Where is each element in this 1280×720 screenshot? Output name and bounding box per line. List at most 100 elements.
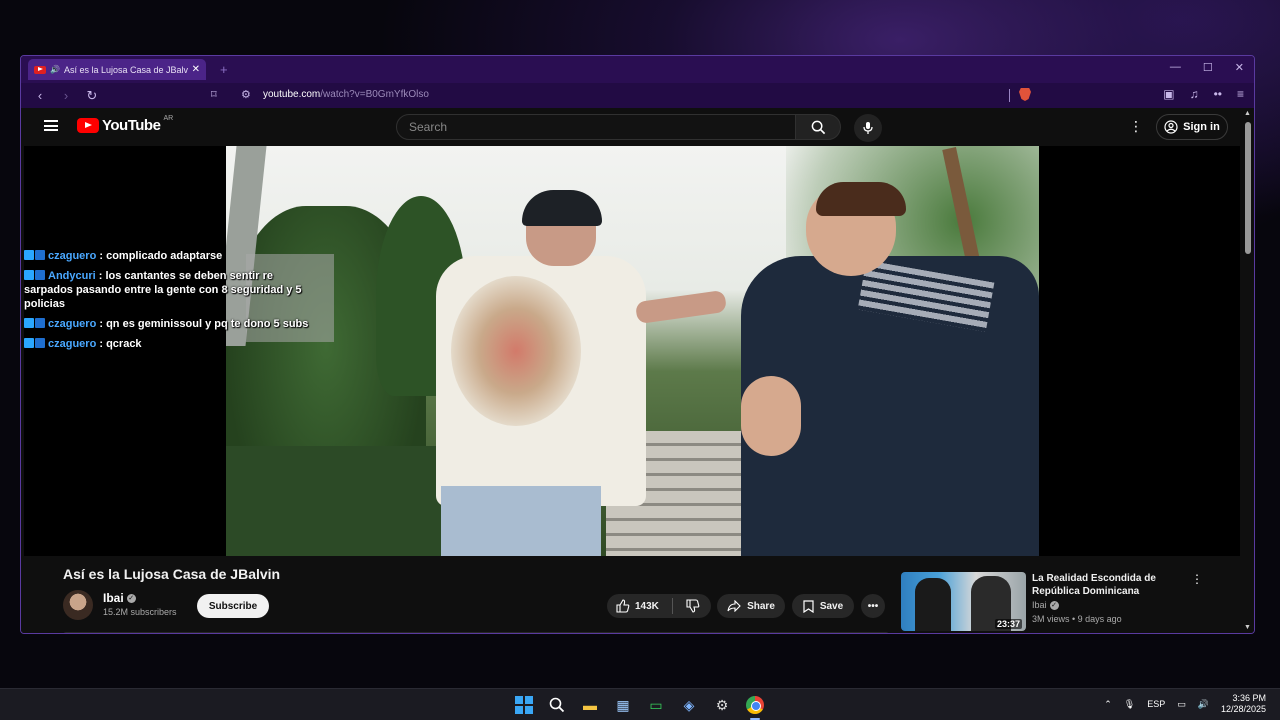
sub-badge-icon bbox=[35, 338, 45, 348]
chat-message: czaguero : complicado adaptarse bbox=[21, 246, 341, 266]
recommendation-menu-icon[interactable]: ⋮ bbox=[1191, 572, 1203, 586]
logo-text: YouTube bbox=[102, 117, 161, 134]
scroll-down-icon[interactable]: ▼ bbox=[1244, 624, 1251, 631]
start-button[interactable] bbox=[514, 695, 534, 715]
volume-icon[interactable]: 🔊 bbox=[1198, 699, 1209, 710]
settings-kebab-icon[interactable]: ⋮ bbox=[1129, 118, 1143, 135]
prime-badge-icon bbox=[24, 318, 34, 328]
prime-badge-icon bbox=[24, 338, 34, 348]
share-button[interactable]: Share bbox=[717, 594, 785, 618]
search-button[interactable] bbox=[795, 114, 841, 140]
person-left-jeans bbox=[441, 486, 601, 556]
terminal-icon[interactable]: ▭ bbox=[646, 695, 666, 715]
app-icon[interactable]: ◈ bbox=[679, 695, 699, 715]
clock-date: 12/28/2025 bbox=[1220, 704, 1266, 714]
file-explorer-icon[interactable]: ▬ bbox=[580, 695, 600, 715]
taskbar-search-icon[interactable] bbox=[547, 695, 567, 715]
recommendation-thumbnail[interactable]: 23:37 bbox=[901, 572, 1026, 631]
music-icon[interactable]: ♫ bbox=[1190, 87, 1199, 101]
store-icon[interactable]: ▦ bbox=[613, 695, 633, 715]
windows-logo-icon bbox=[515, 696, 533, 714]
microphone-icon bbox=[863, 122, 873, 134]
site-settings-icon[interactable]: ⚙ bbox=[241, 88, 251, 101]
youtube-play-icon bbox=[77, 118, 99, 133]
description-box[interactable] bbox=[63, 632, 889, 633]
verified-icon: ✓ bbox=[1049, 601, 1059, 611]
chat-message: czaguero : qcrack bbox=[21, 334, 341, 354]
chevron-up-icon[interactable]: ⌃ bbox=[1104, 699, 1112, 710]
chat-text: : qn es geminissoul y pq te dono 5 subs bbox=[99, 318, 309, 330]
recommendation-channel-text: Ibai bbox=[1032, 600, 1047, 610]
language-indicator[interactable]: ESP bbox=[1147, 699, 1165, 709]
chat-username: czaguero bbox=[48, 338, 97, 350]
minimize-icon[interactable]: — bbox=[1170, 61, 1181, 74]
like-button[interactable]: 143K bbox=[616, 599, 659, 613]
more-actions-button[interactable]: ••• bbox=[861, 594, 885, 618]
clock[interactable]: 3:36 PM 12/28/2025 bbox=[1221, 693, 1266, 715]
sub-badge-icon bbox=[35, 270, 45, 280]
person-right-hair bbox=[816, 182, 906, 216]
sub-badge-icon bbox=[35, 318, 45, 328]
channel-avatar[interactable] bbox=[63, 590, 93, 620]
forward-icon[interactable]: › bbox=[59, 88, 73, 103]
recommendation-channel[interactable]: Ibai ✓ bbox=[1032, 600, 1059, 611]
dislike-button[interactable] bbox=[686, 599, 700, 613]
thumbs-down-icon bbox=[686, 599, 700, 613]
tab-bar: 🔊 Así es la Lujosa Casa de JBalvin ✕ + —… bbox=[21, 56, 1254, 83]
thumbs-up-icon bbox=[616, 599, 630, 613]
person-left-arm bbox=[634, 289, 728, 325]
chat-text: : qcrack bbox=[99, 338, 142, 350]
like-dislike-group: 143K bbox=[607, 594, 711, 618]
more-horizontal-icon: ••• bbox=[867, 600, 879, 612]
chat-username: czaguero bbox=[48, 250, 97, 262]
scroll-thumb[interactable] bbox=[1245, 122, 1251, 254]
video-frame[interactable] bbox=[226, 146, 1039, 556]
reload-icon[interactable]: ↻ bbox=[85, 88, 99, 104]
chat-overlay: czaguero : complicado adaptarse Andycuri… bbox=[21, 246, 341, 354]
new-tab-icon[interactable]: + bbox=[220, 62, 228, 77]
maximize-icon[interactable]: ☐ bbox=[1203, 61, 1213, 74]
speaker-icon[interactable]: 🔊 bbox=[50, 65, 60, 74]
chat-username: Andycuri bbox=[48, 270, 96, 282]
system-tray: ⌃ 🎙 ESP ▭ 🔊 3:36 PM 12/28/2025 bbox=[1104, 693, 1266, 715]
search-icon bbox=[811, 120, 825, 134]
thumb-person-1 bbox=[915, 578, 951, 631]
youtube-page: YouTube AR Search ⋮ Sign in czaguero: c… bbox=[21, 108, 1254, 633]
close-window-icon[interactable]: ✕ bbox=[1235, 61, 1244, 74]
address-bar[interactable]: youtube.com/watch?v=B0GmYfkOlso bbox=[263, 89, 429, 100]
settings-app-icon[interactable]: ⚙ bbox=[712, 695, 732, 715]
shirt-print bbox=[451, 276, 581, 426]
microphone-tray-icon[interactable]: 🎙 bbox=[1124, 699, 1135, 710]
video-title: Así es la Lujosa Casa de JBalvin bbox=[63, 566, 281, 582]
channel-name[interactable]: Ibai ✓ bbox=[103, 591, 136, 605]
subscribe-button[interactable]: Subscribe bbox=[197, 594, 269, 618]
save-button[interactable]: Save bbox=[792, 594, 854, 618]
youtube-favicon-icon bbox=[34, 65, 46, 74]
voice-search-button[interactable] bbox=[854, 114, 882, 142]
channel-name-text: Ibai bbox=[103, 591, 124, 605]
youtube-logo[interactable]: YouTube AR bbox=[77, 115, 173, 134]
extension-icon[interactable]: •• bbox=[1214, 87, 1222, 101]
media-icon[interactable]: ▣ bbox=[1163, 87, 1174, 101]
back-icon[interactable]: ‹ bbox=[33, 88, 47, 103]
network-icon[interactable]: ▭ bbox=[1177, 699, 1186, 710]
bookmark-icon[interactable]: ⌑ bbox=[211, 88, 217, 101]
browser-toolbar: ‹ › ↻ ⌑ ⚙ youtube.com/watch?v=B0GmYfkOls… bbox=[21, 83, 1254, 108]
search-input[interactable]: Search bbox=[396, 114, 796, 140]
scroll-up-icon[interactable]: ▲ bbox=[1244, 110, 1251, 117]
chat-text: : complicado adaptarse bbox=[99, 250, 223, 262]
bushes bbox=[226, 446, 456, 556]
chrome-icon[interactable] bbox=[745, 695, 765, 715]
page-scrollbar[interactable]: ▲ ▼ bbox=[1244, 108, 1252, 633]
prime-badge-icon bbox=[24, 270, 34, 280]
menu-icon[interactable]: ≡ bbox=[1237, 87, 1244, 101]
hamburger-menu-icon[interactable] bbox=[44, 120, 58, 131]
close-tab-icon[interactable]: ✕ bbox=[192, 64, 200, 75]
browser-tab[interactable]: 🔊 Así es la Lujosa Casa de JBalvin ✕ bbox=[28, 59, 206, 80]
like-divider bbox=[671, 598, 673, 614]
share-label: Share bbox=[747, 600, 775, 612]
brave-shield-icon[interactable] bbox=[1019, 88, 1031, 101]
sign-in-button[interactable]: Sign in bbox=[1156, 114, 1228, 140]
youtube-header: YouTube AR Search ⋮ Sign in bbox=[21, 108, 1254, 146]
recommendation-title[interactable]: La Realidad Escondida de República Domin… bbox=[1032, 572, 1182, 598]
